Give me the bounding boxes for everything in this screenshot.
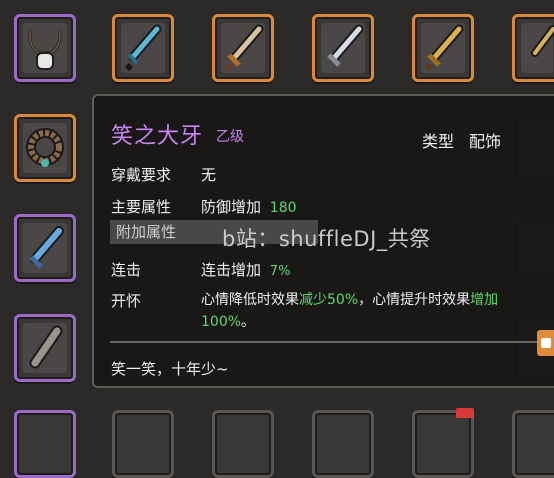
main-attr-label: 主要属性 bbox=[111, 198, 172, 216]
combo-label: 连击 bbox=[111, 261, 142, 279]
inventory-slot[interactable] bbox=[512, 410, 554, 478]
side-tab-button[interactable] bbox=[537, 330, 554, 356]
requirement-label: 穿戴要求 bbox=[111, 166, 172, 184]
teal-sword-icon bbox=[124, 24, 162, 72]
inventory-slot[interactable] bbox=[512, 14, 554, 82]
inventory-slot[interactable] bbox=[112, 14, 174, 82]
inventory-slot[interactable] bbox=[112, 410, 174, 478]
inventory-slot[interactable] bbox=[412, 410, 474, 478]
gold-sword-icon bbox=[531, 25, 554, 57]
effect-part2: 减少50% bbox=[299, 292, 359, 308]
inventory-slot[interactable] bbox=[14, 314, 76, 382]
tooltip-divider bbox=[110, 341, 554, 343]
inventory-slot[interactable] bbox=[212, 410, 274, 478]
type-label: 类型 bbox=[422, 132, 455, 151]
effect-part5: 。 bbox=[241, 314, 256, 330]
inventory-slot[interactable] bbox=[312, 410, 374, 478]
main-attr-value: 180 bbox=[269, 200, 297, 216]
inventory-slot[interactable] bbox=[14, 114, 76, 182]
inventory-slot[interactable] bbox=[212, 14, 274, 82]
item-grade: 乙级 bbox=[216, 129, 244, 145]
main-attr-text: 防御增加 bbox=[201, 198, 262, 216]
effect-label: 开怀 bbox=[111, 292, 142, 310]
effect-description: 心情降低时效果减少50%，心情提升时效果增加100%。 bbox=[201, 289, 541, 333]
item-name: 笑之大牙 bbox=[111, 124, 204, 149]
main-attr-row: 防御增加 180 bbox=[201, 196, 297, 217]
combo-row: 连击增加 7% bbox=[201, 259, 290, 280]
flavor-text: 笑一笑，十年少~ bbox=[111, 360, 229, 378]
inventory-slot[interactable] bbox=[14, 214, 76, 282]
bead-bracelet-icon bbox=[26, 128, 64, 167]
gold-sword-icon bbox=[425, 24, 464, 71]
inventory-slot[interactable] bbox=[412, 14, 474, 82]
blue-sword-icon bbox=[29, 226, 64, 269]
new-item-badge bbox=[456, 408, 474, 418]
effect-part3: ，心情提升时效果 bbox=[358, 292, 471, 308]
inventory-slot[interactable] bbox=[14, 14, 76, 82]
combo-value: 7% bbox=[269, 264, 291, 279]
watermark: b站：shuffleDJ_共祭 bbox=[222, 227, 431, 251]
type-value: 配饰 bbox=[469, 132, 502, 151]
bone-flute-icon bbox=[29, 325, 63, 369]
inventory-slot[interactable] bbox=[14, 410, 76, 478]
item-tooltip: 笑之大牙 乙级 类型 配饰 穿戴要求 无 主要属性 防御增加 180 附加属性 … bbox=[92, 94, 554, 388]
bronze-sword-icon bbox=[225, 24, 264, 71]
inventory-slot[interactable] bbox=[312, 14, 374, 82]
requirement-value: 无 bbox=[201, 166, 217, 184]
steel-sword-icon bbox=[325, 24, 364, 71]
combo-text: 连击增加 bbox=[201, 261, 262, 279]
necklace-icon bbox=[28, 28, 62, 70]
effect-part1: 心情降低时效果 bbox=[201, 292, 299, 308]
